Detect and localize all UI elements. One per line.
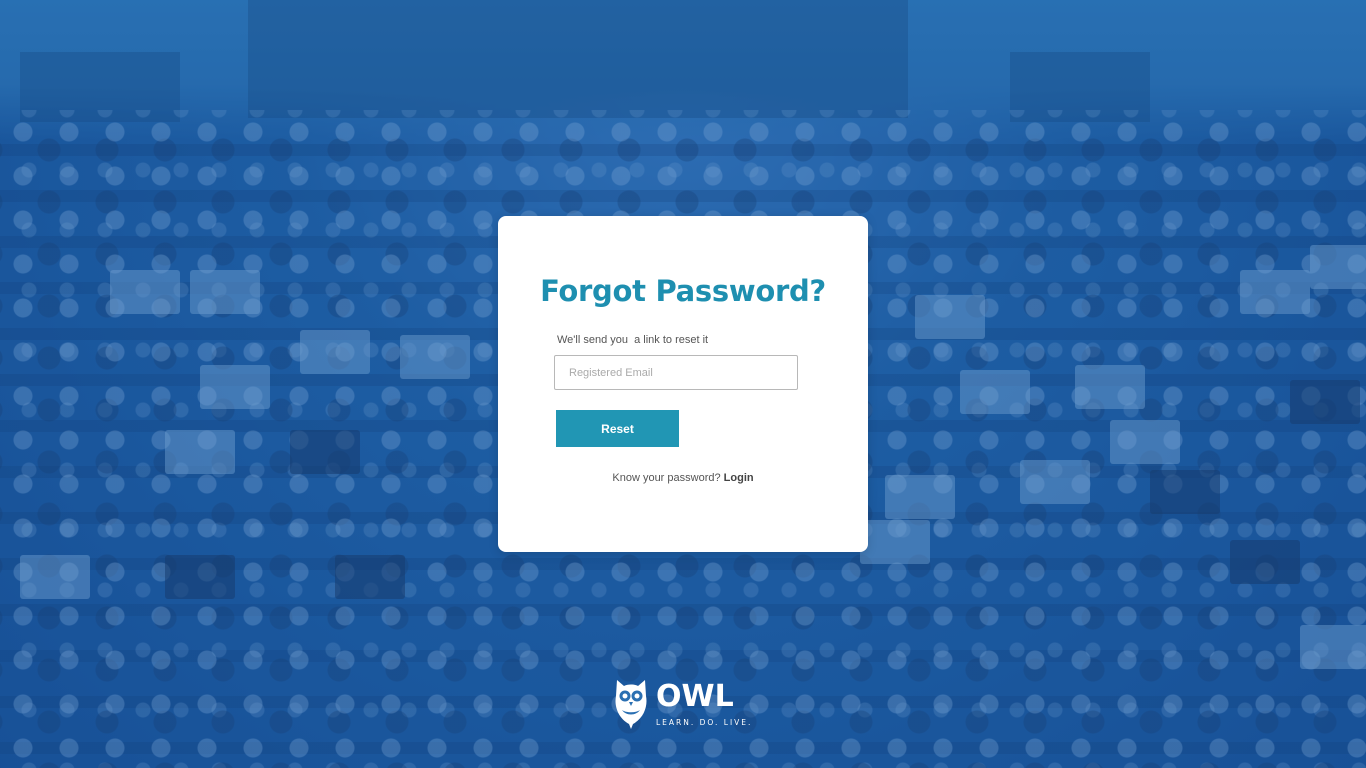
reset-button[interactable]: Reset xyxy=(556,410,679,447)
logo-tagline: LEARN. DO. LIVE. xyxy=(656,718,753,727)
forgot-password-card: Forgot Password? We'll send you a link t… xyxy=(498,216,868,552)
subtitle-text: We'll send you a link to reset it xyxy=(557,334,709,346)
login-prompt-line: Know your password? Login xyxy=(498,472,868,484)
forgot-password-page: Forgot Password? We'll send you a link t… xyxy=(0,0,1366,768)
page-title: Forgot Password? xyxy=(540,274,826,308)
owl-icon xyxy=(615,680,647,729)
login-prompt-text: Know your password? xyxy=(612,472,721,484)
logo-wordmark: OWL xyxy=(656,679,734,714)
login-link[interactable]: Login xyxy=(724,472,754,484)
email-field[interactable] xyxy=(554,355,798,390)
owl-logo: OWL LEARN. DO. LIVE. xyxy=(611,676,757,732)
